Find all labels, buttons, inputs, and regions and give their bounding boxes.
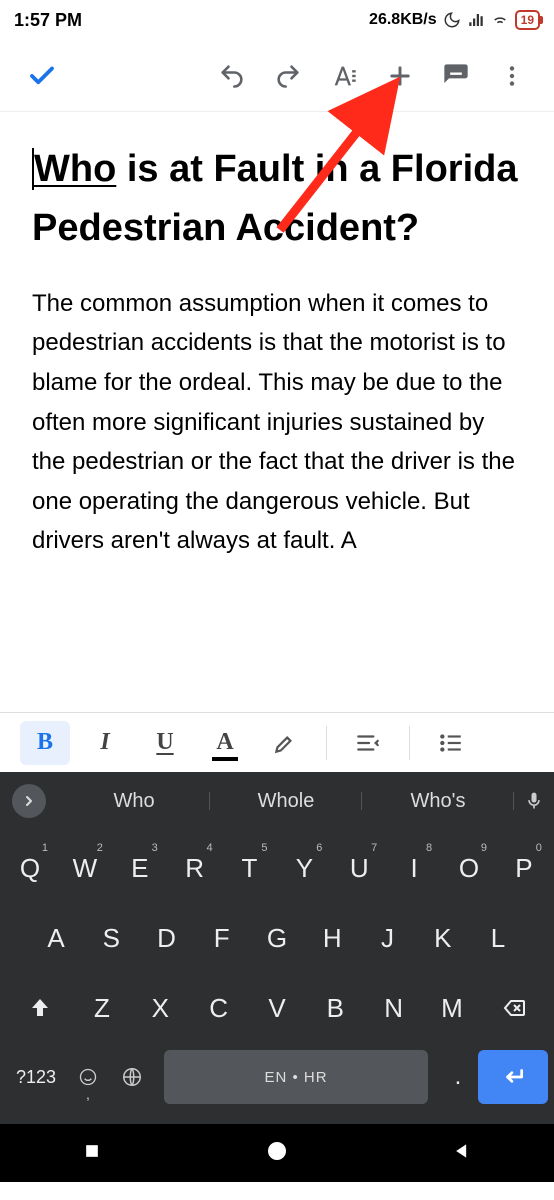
key-t[interactable]: T5: [226, 840, 274, 896]
symbols-key[interactable]: ?123: [6, 1050, 66, 1104]
key-y[interactable]: Y6: [280, 840, 328, 896]
status-time: 1:57 PM: [14, 10, 82, 31]
keyboard: Q1W2E3R4T5Y6U7I8O9P0 ASDFGHJKL ZXCVBNM ?…: [0, 830, 554, 1124]
expand-suggestions-button[interactable]: [12, 784, 46, 818]
key-w[interactable]: W2: [61, 840, 109, 896]
insert-plus-button[interactable]: [376, 52, 424, 100]
key-u[interactable]: U7: [335, 840, 383, 896]
battery-badge: 19: [515, 10, 540, 30]
key-a[interactable]: A: [32, 910, 80, 966]
accept-check-button[interactable]: [18, 52, 66, 100]
key-d[interactable]: D: [143, 910, 191, 966]
key-o[interactable]: O9: [445, 840, 493, 896]
key-r[interactable]: R4: [171, 840, 219, 896]
status-bar: 1:57 PM 26.8KB/s 19: [0, 0, 554, 40]
key-b[interactable]: B: [311, 980, 359, 1036]
emoji-key[interactable]: ,: [66, 1050, 110, 1104]
key-m[interactable]: M: [428, 980, 476, 1036]
comment-button[interactable]: [432, 52, 480, 100]
suggestion-row: Who Whole Who's: [0, 772, 554, 830]
shift-key[interactable]: [10, 980, 70, 1036]
nav-home-button[interactable]: [265, 1139, 289, 1168]
bullet-list-button[interactable]: [426, 721, 476, 765]
document-area[interactable]: Who is at Fault in a Florida Pedestrian …: [0, 112, 554, 712]
key-h[interactable]: H: [308, 910, 356, 966]
dnd-moon-icon: [443, 11, 461, 29]
suggestion-word-2[interactable]: Whole: [210, 790, 362, 813]
key-j[interactable]: J: [364, 910, 412, 966]
text-color-button[interactable]: A: [200, 721, 250, 765]
key-v[interactable]: V: [253, 980, 301, 1036]
nav-back-button[interactable]: [452, 1141, 472, 1166]
key-x[interactable]: X: [136, 980, 184, 1036]
text-format-button[interactable]: [320, 52, 368, 100]
document-title[interactable]: Who is at Fault in a Florida Pedestrian …: [32, 140, 522, 258]
suggestion-word-1[interactable]: Who: [58, 790, 210, 813]
key-p[interactable]: P0: [500, 840, 548, 896]
more-menu-button[interactable]: [488, 52, 536, 100]
underline-button[interactable]: U: [140, 721, 190, 765]
key-f[interactable]: F: [198, 910, 246, 966]
android-nav-bar: [0, 1124, 554, 1182]
backspace-key[interactable]: [484, 980, 544, 1036]
key-k[interactable]: K: [419, 910, 467, 966]
enter-key[interactable]: [478, 1050, 548, 1104]
title-underlined-word: Who: [32, 148, 116, 190]
undo-button[interactable]: [208, 52, 256, 100]
app-toolbar: [0, 40, 554, 112]
signal-icon: [467, 11, 485, 29]
highlight-button[interactable]: [260, 721, 310, 765]
key-g[interactable]: G: [253, 910, 301, 966]
align-button[interactable]: [343, 721, 393, 765]
format-toolbar: B I U A: [0, 712, 554, 772]
key-s[interactable]: S: [87, 910, 135, 966]
document-body[interactable]: The common assumption when it comes to p…: [32, 284, 522, 561]
key-q[interactable]: Q1: [6, 840, 54, 896]
bold-button[interactable]: B: [20, 721, 70, 765]
key-c[interactable]: C: [195, 980, 243, 1036]
italic-button[interactable]: I: [80, 721, 130, 765]
status-net-speed: 26.8KB/s: [369, 11, 437, 29]
key-n[interactable]: N: [370, 980, 418, 1036]
mic-button[interactable]: [514, 791, 554, 811]
language-key[interactable]: [110, 1050, 154, 1104]
redo-button[interactable]: [264, 52, 312, 100]
nav-recent-button[interactable]: [82, 1141, 102, 1166]
key-l[interactable]: L: [474, 910, 522, 966]
suggestion-word-3[interactable]: Who's: [362, 790, 514, 813]
key-i[interactable]: I8: [390, 840, 438, 896]
period-key[interactable]: .: [438, 1050, 478, 1104]
spacebar[interactable]: EN • HR: [164, 1050, 428, 1104]
key-e[interactable]: E3: [116, 840, 164, 896]
key-z[interactable]: Z: [78, 980, 126, 1036]
wifi-icon: [491, 11, 509, 29]
